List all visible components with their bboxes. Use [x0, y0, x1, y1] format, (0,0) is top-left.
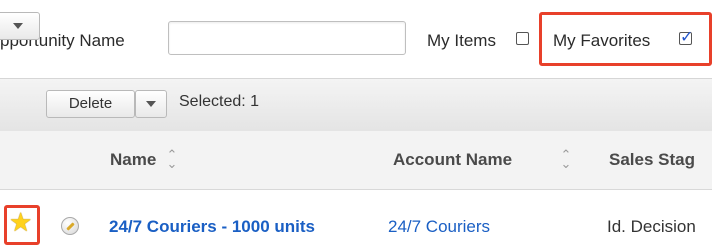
favorite-star-icon[interactable]: ★ — [9, 210, 32, 236]
delete-dropdown-button[interactable] — [135, 90, 167, 118]
my-items-checkbox[interactable] — [516, 32, 529, 45]
table-header-row — [0, 131, 712, 190]
my-favorites-label: My Favorites — [553, 31, 651, 50]
chevron-down-icon — [146, 101, 156, 107]
table-row — [0, 190, 712, 248]
account-name-link[interactable]: 24/7 Couriers — [388, 217, 490, 237]
my-favorites-checkbox[interactable] — [679, 27, 693, 46]
edit-pencil-icon[interactable] — [61, 217, 79, 235]
column-header-name[interactable]: Name — [110, 150, 156, 170]
mass-action-dropdown-button[interactable] — [0, 12, 40, 40]
chevron-down-icon — [13, 23, 23, 29]
sales-stage-value: Id. Decision — [607, 217, 696, 236]
sort-icon[interactable]: ⌃ ⌄ — [166, 148, 178, 170]
column-header-sales-stage[interactable]: Sales Stag — [609, 150, 695, 170]
delete-button[interactable]: Delete — [46, 90, 135, 118]
sort-icon[interactable]: ⌃ ⌄ — [560, 148, 572, 170]
my-items-label: My Items — [427, 31, 496, 50]
column-header-account-name[interactable]: Account Name — [393, 150, 512, 170]
selected-count: Selected: 1 — [179, 93, 260, 110]
opportunity-name-link[interactable]: 24/7 Couriers - 1000 units — [109, 217, 315, 237]
opportunity-name-input[interactable] — [168, 21, 406, 55]
